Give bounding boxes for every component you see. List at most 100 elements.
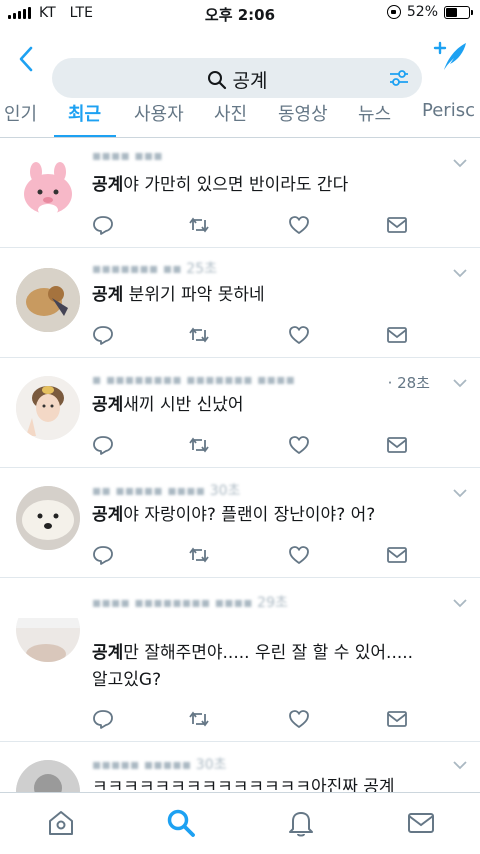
retweet-button[interactable] <box>188 324 210 346</box>
tweet-author-redacted: ▪ ▪▪▪▪▪▪▪▪ ▪▪▪▪▪▪▪ ▪▪▪▪ <box>92 372 296 388</box>
retweet-icon <box>189 217 209 233</box>
reply-icon <box>93 216 113 235</box>
battery-percent: 52% <box>406 4 438 20</box>
direct-message-icon <box>387 711 407 727</box>
back-button[interactable] <box>14 44 38 74</box>
chevron-down-icon[interactable] <box>452 760 468 770</box>
reply-button[interactable] <box>92 324 114 346</box>
direct-message-button[interactable] <box>386 544 408 566</box>
tweet-actions <box>92 434 412 456</box>
like-heart-icon <box>289 710 309 728</box>
tweet-author-redacted: ▪▪▪▪ ▪▪▪ <box>92 148 163 164</box>
tweet-actions <box>92 544 412 566</box>
battery-icon <box>444 5 473 19</box>
tweet[interactable]: ▪▪▪▪ ▪▪▪ 공계야 가만히 있으면 반이라도 간다 <box>0 138 480 248</box>
like-heart-icon <box>289 216 309 234</box>
tweet-text: 공계야 자랑이야? 플랜이 장난이야? 어? <box>92 505 376 525</box>
reply-icon <box>93 546 113 565</box>
tweet-author-redacted: ▪▪▪▪ ▪▪▪▪▪▪▪▪ ▪▪▪▪ 29초 <box>92 595 288 611</box>
retweet-icon <box>189 437 209 453</box>
direct-message-button[interactable] <box>386 434 408 456</box>
reply-icon <box>93 326 113 345</box>
avatar[interactable] <box>16 268 80 332</box>
tab-people[interactable]: 사용자 <box>134 100 184 126</box>
tab-photos[interactable]: 사진 <box>214 100 247 126</box>
chevron-down-icon[interactable] <box>452 378 468 388</box>
nav-notifications-button[interactable] <box>286 808 316 838</box>
compose-tweet-icon <box>433 41 466 70</box>
reply-button[interactable] <box>92 434 114 456</box>
search-header: 공계 <box>0 36 480 98</box>
sliders-icon[interactable] <box>388 67 410 89</box>
tweet-actions <box>92 708 412 730</box>
direct-message-icon <box>387 547 407 563</box>
like-button[interactable] <box>288 214 310 236</box>
tweet-actions <box>92 324 412 346</box>
tab-latest[interactable]: 최근 <box>68 100 101 126</box>
direct-message-button[interactable] <box>386 214 408 236</box>
direct-message-button[interactable] <box>386 708 408 730</box>
tweet-author-redacted: ▪▪ ▪▪▪▪▪ ▪▪▪▪ 30초 <box>92 483 241 499</box>
tab-news[interactable]: 뉴스 <box>358 100 391 126</box>
retweet-button[interactable] <box>188 708 210 730</box>
like-heart-icon <box>289 436 309 454</box>
chevron-down-icon[interactable] <box>452 598 468 608</box>
tweet-text: 공계야 가만히 있으면 반이라도 간다 <box>92 175 349 195</box>
retweet-icon <box>189 327 209 343</box>
avatar[interactable] <box>16 598 80 662</box>
chevron-down-icon[interactable] <box>452 488 468 498</box>
chevron-down-icon[interactable] <box>452 158 468 168</box>
tweet[interactable]: ▪▪▪▪▪▪▪ ▪▪ 25초 공계 분위기 파악 못하네 <box>0 248 480 358</box>
retweet-icon <box>189 711 209 727</box>
avatar[interactable] <box>16 486 80 550</box>
reply-icon <box>93 436 113 455</box>
chevron-down-icon[interactable] <box>452 268 468 278</box>
tweet[interactable]: ▪▪ ▪▪▪▪▪ ▪▪▪▪ 30초 공계야 자랑이야? 플랜이 장난이야? 어? <box>0 468 480 578</box>
reply-button[interactable] <box>92 708 114 730</box>
nav-messages-button[interactable] <box>406 808 436 838</box>
avatar[interactable] <box>16 376 80 440</box>
like-button[interactable] <box>288 434 310 456</box>
tweet[interactable]: ▪▪▪▪ ▪▪▪▪▪▪▪▪ ▪▪▪▪ 29초 공계만 잘해주면야..... 우린… <box>0 578 480 742</box>
retweet-button[interactable] <box>188 544 210 566</box>
tweet-author-redacted: ▪▪▪▪▪ ▪▪▪▪▪ 30초 <box>92 757 227 773</box>
search-tabs: 인기 최근 사용자 사진 동영상 뉴스 Perisc <box>0 92 480 138</box>
reply-icon <box>93 710 113 729</box>
tweet-text: 공계만 잘해주면야..... 우린 잘 할 수 있어..... 알고있G? <box>92 643 414 690</box>
search-icon <box>167 809 195 837</box>
like-button[interactable] <box>288 324 310 346</box>
tweet-timestamp: · 28초 <box>387 374 430 392</box>
compose-tweet-button[interactable] <box>432 38 468 74</box>
nav-search-button[interactable] <box>166 808 196 838</box>
tweet[interactable]: ▪ ▪▪▪▪▪▪▪▪ ▪▪▪▪▪▪▪ ▪▪▪▪ · 28초 공계새끼 시반 신났… <box>0 358 480 468</box>
retweet-button[interactable] <box>188 434 210 456</box>
like-heart-icon <box>289 546 309 564</box>
reply-button[interactable] <box>92 214 114 236</box>
notifications-bell-icon <box>289 812 313 837</box>
chevron-left-icon <box>19 46 33 72</box>
tweet-text: 공계 분위기 파악 못하네 <box>92 285 265 305</box>
reply-button[interactable] <box>92 544 114 566</box>
messages-envelope-icon <box>408 813 434 833</box>
direct-message-icon <box>387 217 407 233</box>
like-heart-icon <box>289 326 309 344</box>
tweet-author-redacted: ▪▪▪▪▪▪▪ ▪▪ 25초 <box>92 261 217 277</box>
status-bar: KT LTE 오후 2:06 52% <box>0 0 480 28</box>
nav-home-button[interactable] <box>46 808 76 838</box>
search-icon <box>207 70 226 89</box>
tweet-text: 공계새끼 시반 신났어 <box>92 395 244 415</box>
direct-message-button[interactable] <box>386 324 408 346</box>
search-query: 공계 <box>232 70 268 92</box>
direct-message-icon <box>387 437 407 453</box>
like-button[interactable] <box>288 544 310 566</box>
tweet-actions <box>92 214 412 236</box>
tab-periscope[interactable]: Perisc <box>422 100 475 121</box>
rotation-lock-icon <box>386 5 401 19</box>
avatar[interactable] <box>16 156 80 220</box>
retweet-button[interactable] <box>188 214 210 236</box>
retweet-icon <box>189 547 209 563</box>
tab-top[interactable]: 인기 <box>4 100 37 126</box>
tab-videos[interactable]: 동영상 <box>278 100 328 126</box>
direct-message-icon <box>387 327 407 343</box>
like-button[interactable] <box>288 708 310 730</box>
